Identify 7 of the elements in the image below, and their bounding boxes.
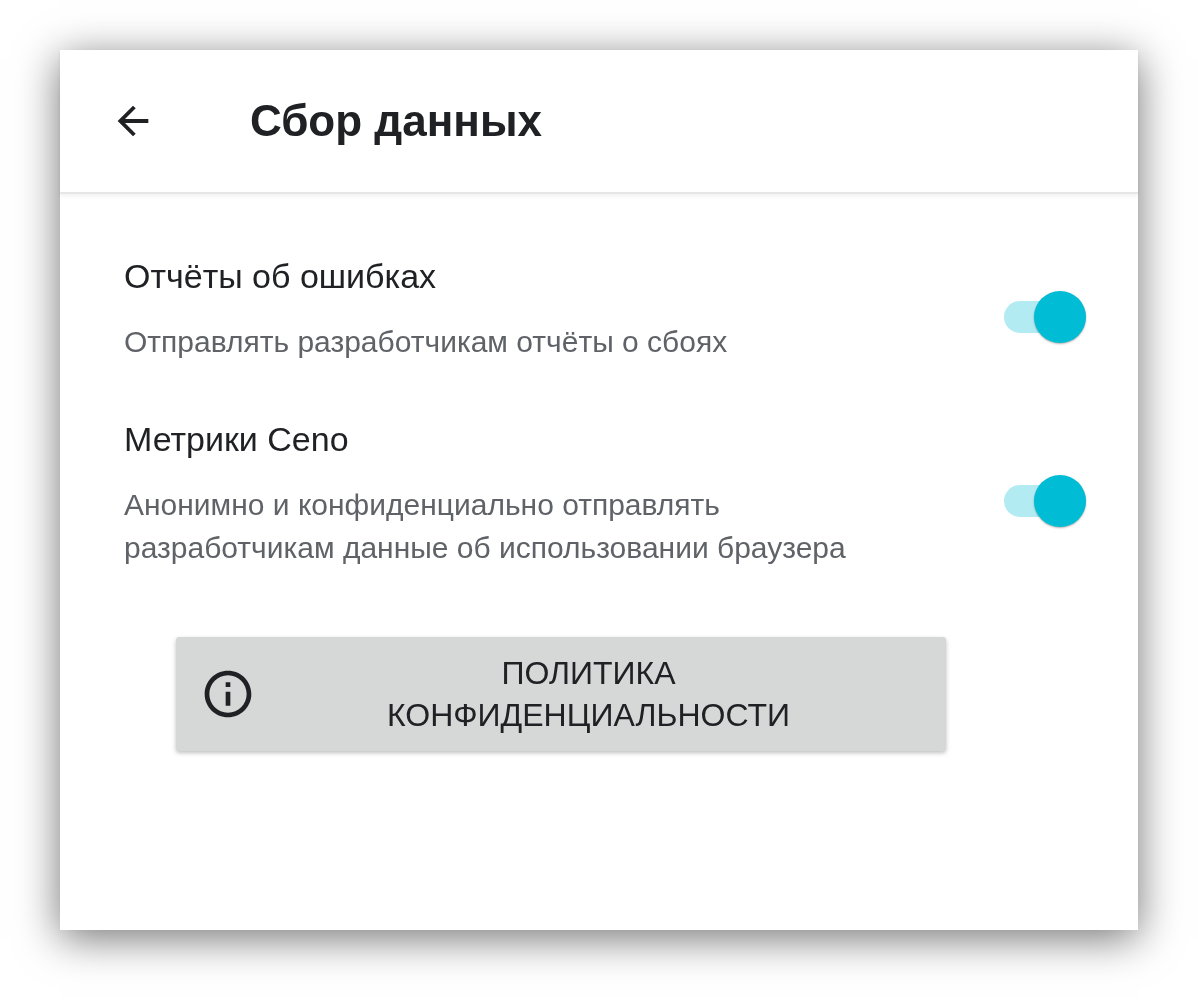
privacy-policy-button[interactable]: ПОЛИТИКА КОНФИДЕНЦИАЛЬНОСТИ: [175, 637, 946, 751]
toggle-switch[interactable]: [1002, 473, 1088, 529]
setting-description: Анонимно и конфиденциально отправлять разработчикам данные об использовании браузера: [124, 487, 847, 566]
screen-title: Сбор данных: [250, 96, 542, 146]
setting-title: Метрики Ceno: [124, 419, 350, 460]
setting-description: Отправлять разработчикам отчёты о сбоях: [124, 324, 729, 360]
setting-title: Отчёты об ошибках: [124, 256, 438, 297]
